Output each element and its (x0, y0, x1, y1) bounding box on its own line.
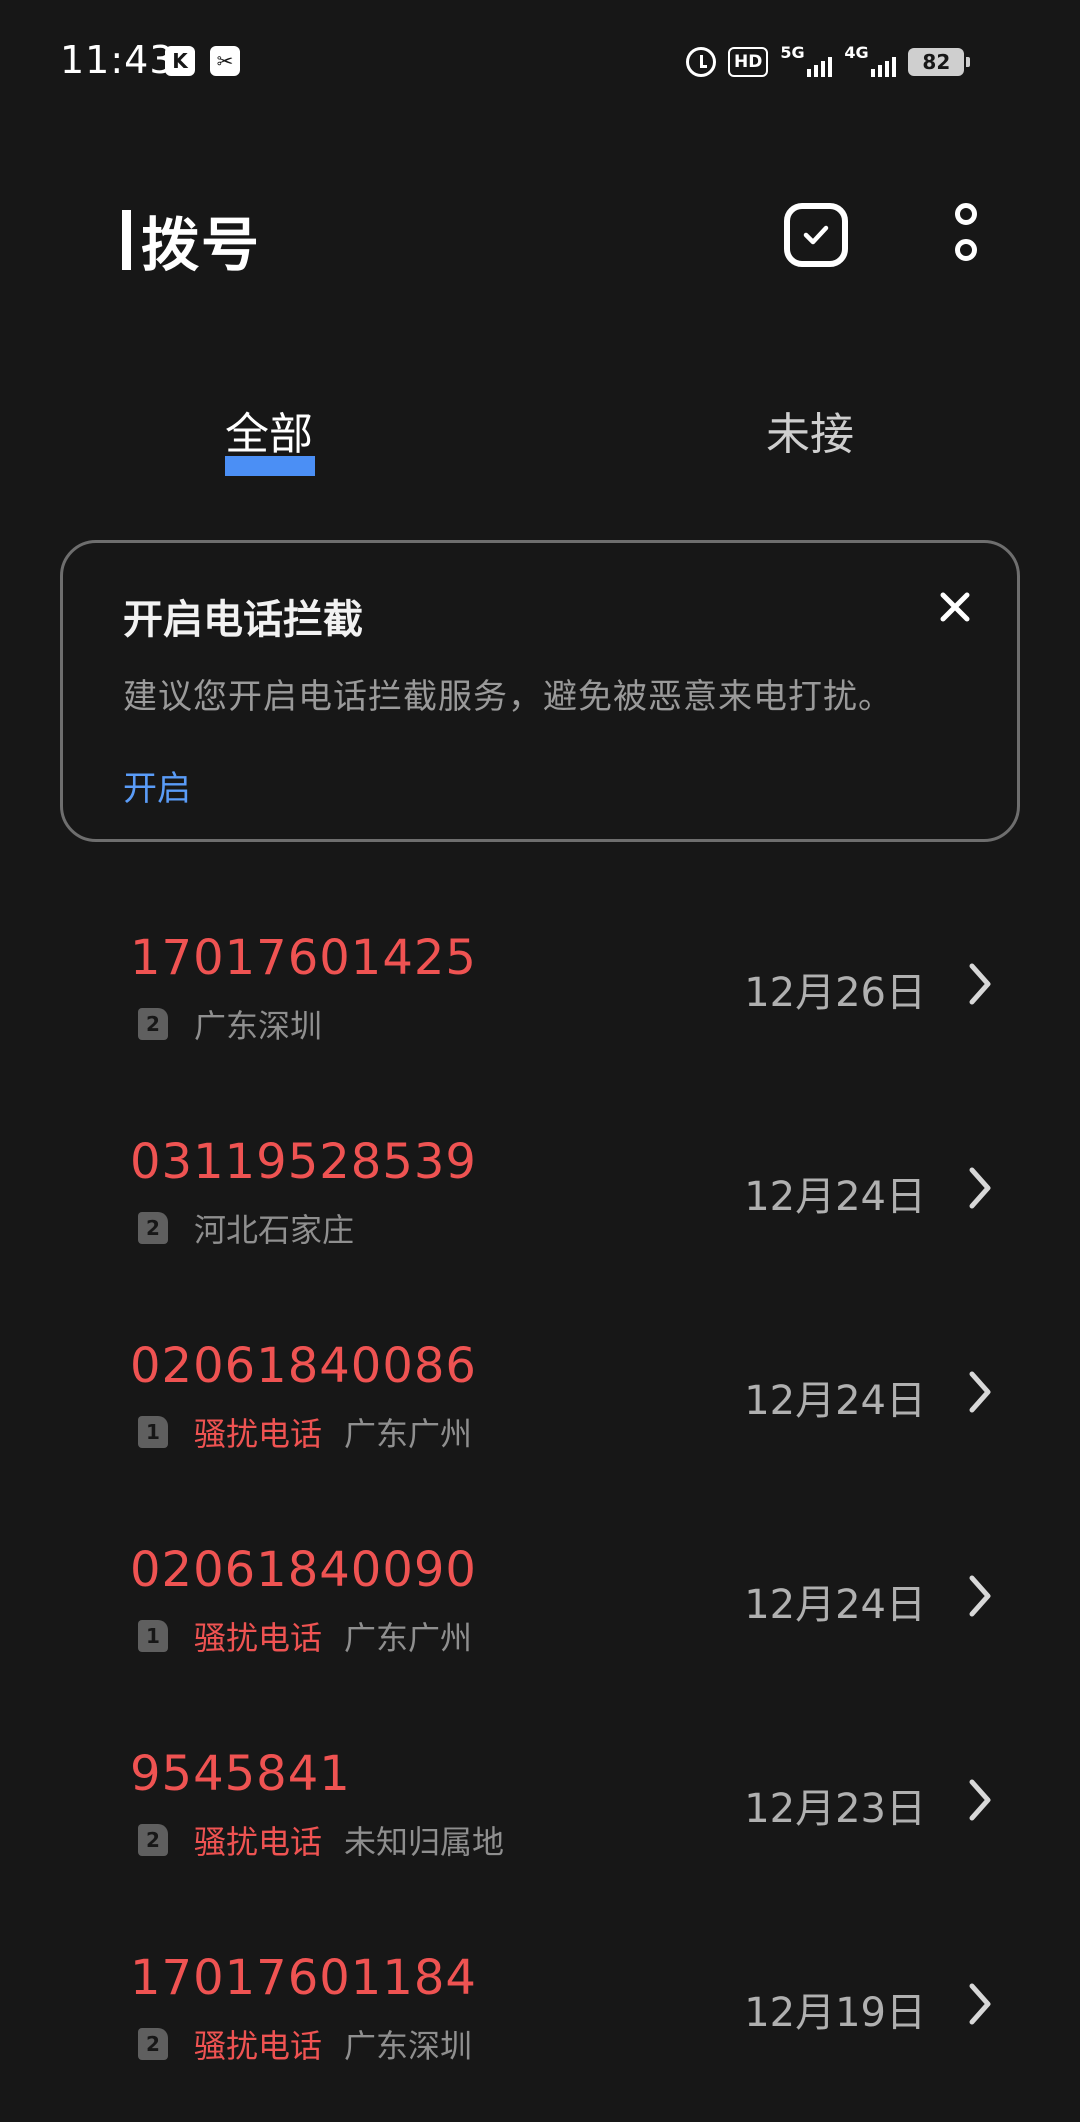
chevron-right-icon[interactable] (966, 1982, 994, 2026)
call-meta: 2 广东深圳 (138, 1002, 322, 1046)
tab-indicator (225, 456, 315, 476)
sim-card-icon: 2 (138, 2028, 168, 2060)
call-date: 12月24日 (744, 1378, 926, 1424)
page-title-text: 拨号 (141, 211, 262, 279)
battery-icon: 82 (908, 48, 971, 76)
dialer-page: 11:43 K ✂ HD 5G 4G 82 拨号 全部 未接 开启电话拦截 建议… (0, 0, 1080, 2122)
spam-tag: 骚扰电话 (194, 1823, 323, 1861)
call-date: 12月26日 (744, 970, 926, 1016)
chevron-right-icon[interactable] (966, 1778, 994, 1822)
call-meta: 2 河北石家庄 (138, 1206, 354, 1250)
net-label-5g: 5G (780, 43, 805, 62)
more-vertical-icon (955, 203, 977, 225)
card-description: 建议您开启电话拦截服务，避免被恶意来电打扰。 (123, 677, 893, 717)
signal-5g-icon: 5G (780, 43, 833, 79)
call-number: 02061840090 (130, 1542, 477, 1598)
call-meta: 2 骚扰电话 广东深圳 (138, 2022, 472, 2066)
close-icon[interactable] (937, 589, 973, 625)
call-date: 12月23日 (744, 1786, 926, 1832)
tab-all[interactable]: 全部 (225, 398, 313, 462)
sim-card-icon: 1 (138, 1620, 168, 1652)
call-location: 广东广州 (344, 1415, 473, 1453)
call-location: 未知归属地 (344, 1823, 505, 1861)
call-meta: 2 骚扰电话 未知归属地 (138, 1818, 504, 1862)
sim-card-icon: 2 (138, 1824, 168, 1856)
call-location: 广东深圳 (194, 1007, 323, 1045)
spam-tag: 骚扰电话 (194, 1415, 323, 1453)
hd-voice-icon: HD (728, 47, 769, 77)
chevron-right-icon[interactable] (966, 1370, 994, 1414)
select-mode-button[interactable] (784, 203, 848, 267)
tab-missed[interactable]: 未接 (766, 398, 854, 462)
call-number: 17017601184 (130, 1950, 477, 2006)
page-title: 拨号 (122, 198, 261, 282)
enable-blocking-link[interactable]: 开启 (123, 761, 191, 810)
sim-card-icon: 2 (138, 1212, 168, 1244)
call-meta: 1 骚扰电话 广东广州 (138, 1614, 472, 1658)
call-date: 12月24日 (744, 1582, 926, 1628)
title-bar-mark (122, 210, 131, 270)
call-number: 17017601425 (130, 930, 477, 986)
call-date: 12月19日 (744, 1990, 926, 2036)
status-time: 11:43 (60, 38, 175, 82)
call-location: 广东深圳 (344, 2027, 473, 2065)
call-number: 03119528539 (130, 1134, 477, 1190)
spam-tag: 骚扰电话 (194, 1619, 323, 1657)
call-location: 河北石家庄 (194, 1211, 355, 1249)
call-log-item[interactable]: 9545841 2 骚扰电话 未知归属地 12月23日 (0, 1746, 1080, 1950)
chevron-right-icon[interactable] (966, 1166, 994, 1210)
chevron-right-icon[interactable] (966, 1574, 994, 1618)
spam-tag: 骚扰电话 (194, 2027, 323, 2065)
more-options-button[interactable] (952, 203, 980, 267)
alarm-icon (686, 47, 716, 77)
call-number: 9545841 (130, 1746, 351, 1802)
scissors-notification-icon: ✂ (210, 46, 240, 76)
status-bar: 11:43 K ✂ HD 5G 4G 82 (0, 0, 1080, 120)
call-blocking-card: 开启电话拦截 建议您开启电话拦截服务，避免被恶意来电打扰。 开启 (60, 540, 1020, 842)
call-log-item[interactable]: 17017601184 2 骚扰电话 广东深圳 12月19日 (0, 1950, 1080, 2122)
status-indicators: HD 5G 4G 82 (686, 43, 971, 80)
call-log-item[interactable]: 17017601425 2 广东深圳 12月26日 (0, 930, 1080, 1134)
call-date: 12月24日 (744, 1174, 926, 1220)
signal-4g-icon: 4G (844, 43, 897, 79)
app-notification-icon: K (165, 46, 195, 76)
call-log-item[interactable]: 02061840086 1 骚扰电话 广东广州 12月24日 (0, 1338, 1080, 1542)
call-log-item[interactable]: 03119528539 2 河北石家庄 12月24日 (0, 1134, 1080, 1338)
card-title: 开启电话拦截 (123, 597, 363, 643)
net-label-4g: 4G (844, 43, 869, 62)
call-meta: 1 骚扰电话 广东广州 (138, 1410, 472, 1454)
sim-card-icon: 2 (138, 1008, 168, 1040)
call-location: 广东广州 (344, 1619, 473, 1657)
chevron-right-icon[interactable] (966, 962, 994, 1006)
checkbox-icon (803, 225, 829, 245)
call-number: 02061840086 (130, 1338, 477, 1394)
call-log-item[interactable]: 02061840090 1 骚扰电话 广东广州 12月24日 (0, 1542, 1080, 1746)
sim-card-icon: 1 (138, 1416, 168, 1448)
